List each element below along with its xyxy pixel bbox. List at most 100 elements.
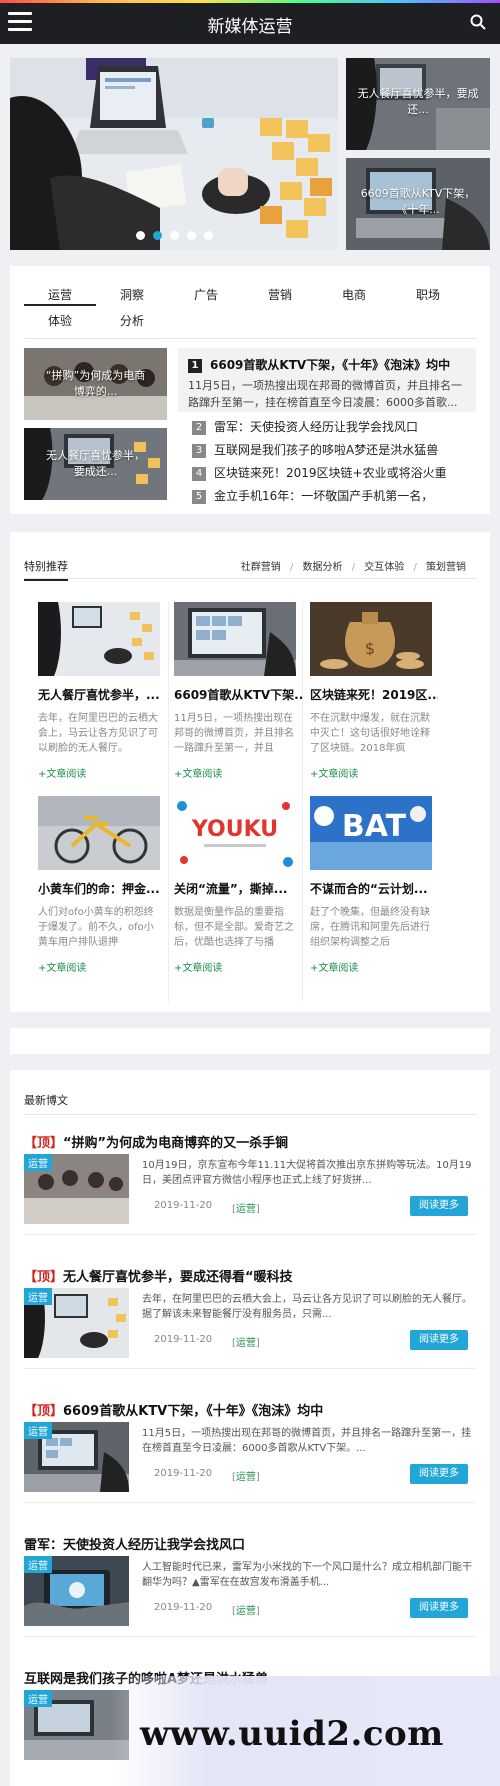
hero-main-image[interactable] <box>10 58 338 250</box>
recommend-category-link[interactable]: 交互体验 <box>364 562 404 573</box>
post-title-text: “拼购”为何成为电商博弈的又一杀手锏 <box>63 1136 289 1151</box>
recommend-desc: 去年，在阿里巴巴的云栖大会上，马云让各方见识了可以刷脸的无人餐厅。 <box>38 713 158 754</box>
read-more-link[interactable]: +文章阅读 <box>174 765 302 780</box>
read-more-link[interactable]: +文章阅读 <box>310 959 438 974</box>
read-more-link[interactable]: +文章阅读 <box>38 765 166 780</box>
rank-list-item[interactable]: 2 雷军：天使投资人经历让我学会找风口 <box>192 416 474 439</box>
post-excerpt: 去年，在阿里巴巴的云栖大会上，马云让各方见识了可以刷脸的无人餐厅。据了解该未来智… <box>142 1294 472 1320</box>
hero-main-photo <box>10 58 338 250</box>
recommend-item[interactable]: 小黄车们的命：押金... 人们对ofo小黄车的积怨终于爆发了。前不久，ofo小黄… <box>38 796 166 974</box>
blog-divider <box>24 1114 476 1115</box>
hero-side-item[interactable]: 6609首歌从KTV下架，《十年... <box>346 158 490 250</box>
featured-rank-item[interactable]: 1 6609首歌从KTV下架，《十年》《泡沫》均中 11月5日，一项热搜出现在邦哥… <box>178 348 476 412</box>
recommend-item[interactable]: BAT 不谋而合的“云计划... 赶了个晚集，但最终没有缺席，在腾讯和阿里先后进… <box>310 796 438 974</box>
slider-dots <box>136 231 213 240</box>
post-date: 2019-11-20 <box>154 1334 213 1345</box>
hero-side-item[interactable]: 无人餐厅喜忧参半，要成还... <box>346 58 490 150</box>
svg-text:YOUKU: YOUKU <box>191 817 278 842</box>
blog-heading: 最新博文 <box>24 1094 68 1107</box>
post-date: 2019-11-20 <box>154 1602 213 1613</box>
read-more-button[interactable]: 阅读更多 <box>410 1598 468 1618</box>
post-excerpt: 人工智能时代已来，雷军为小米找的下一个风口是什么？成立相机部门能干翻华为吗？▲雷… <box>142 1562 472 1588</box>
rank-text: 互联网是我们孩子的哆啦A梦还是洪水猛兽 <box>214 443 439 457</box>
recommend-item[interactable]: $ 区块链来死！2019区... 不在沉默中爆发，就在沉默中灭亡！这句话很好地诠… <box>310 602 438 780</box>
recommend-desc: 赶了个晚集，但最终没有缺席，在腾讯和阿里先后进行组织架构调整之后 <box>310 907 430 948</box>
recommend-desc: 人们对ofo小黄车的积怨终于爆发了。前不久，ofo小黄车用户排队退押 <box>38 907 154 948</box>
blog-post: 【顶】6609首歌从KTV下架，《十年》《泡沫》均中 运营 11月5日，一项热搜… <box>24 1400 476 1492</box>
read-more-button[interactable]: 阅读更多 <box>410 1330 468 1350</box>
recommend-item[interactable]: YOUKU 关闭“流量”，撕掉... 数据是衡量作品的重要指标，但不是全部。爱奇… <box>174 796 302 974</box>
recommend-category-link[interactable]: 数据分析 <box>303 562 343 573</box>
post-title[interactable]: 【顶】无人餐厅喜忧参半，要成还得看“暖科技 <box>24 1266 476 1285</box>
tab-thumb-caption: “拼购”为何成为电商博弈的... <box>45 369 146 398</box>
tab-thumb-item[interactable]: 无人餐厅喜忧参半，要成还... <box>24 428 167 500</box>
slider-dot[interactable] <box>187 231 196 240</box>
post-category-text: 运营 <box>235 1204 256 1215</box>
recommend-card: 特别推荐 社群营销 / 数据分析 / 交互体验 / 策划营销 无人餐厅喜忧参半，… <box>10 532 490 1012</box>
recommend-title: 关闭“流量”，撕掉... <box>174 882 288 896</box>
featured-title: 1 6609首歌从KTV下架，《十年》《泡沫》均中 <box>188 356 466 373</box>
rank-list-item[interactable]: 5 金立手机16年：一坏敬国产手机第一名， <box>192 485 474 508</box>
rank-list-item[interactable]: 3 互联网是我们孩子的哆啦A梦还是洪水猛兽 <box>192 439 474 462</box>
slider-dot[interactable] <box>136 231 145 240</box>
post-category[interactable]: [运营] <box>232 1602 260 1617</box>
search-icon[interactable] <box>470 14 486 30</box>
post-date: 2019-11-20 <box>154 1200 213 1211</box>
recommend-category-link[interactable]: 策划营销 <box>426 562 466 573</box>
tab-tiyan[interactable]: 体验 <box>24 310 96 332</box>
post-category[interactable]: [运营] <box>232 1200 260 1215</box>
recommend-item[interactable]: 6609首歌从KTV下架... 11月5日，一项热搜出现在邦哥的微博首页，并且排… <box>174 602 302 780</box>
slider-dot[interactable] <box>170 231 179 240</box>
svg-text:BAT: BAT <box>342 809 407 844</box>
post-date: 2019-11-20 <box>154 1468 213 1479</box>
recommend-item[interactable]: 无人餐厅喜忧参半，... 去年，在阿里巴巴的云栖大会上，马云让各方见识了可以刷脸… <box>38 602 166 780</box>
tab-yingxiao[interactable]: 营销 <box>244 284 316 306</box>
post-title[interactable]: 【顶】6609首歌从KTV下架，《十年》《泡沫》均中 <box>24 1400 476 1419</box>
post-tag: 运营 <box>24 1288 52 1305</box>
post-title-text: 6609首歌从KTV下架，《十年》《泡沫》均中 <box>63 1404 324 1419</box>
post-tag: 运营 <box>24 1154 52 1171</box>
slider-dot[interactable] <box>204 231 213 240</box>
site-title: 新媒体运营 <box>207 17 293 37</box>
post-title[interactable]: 雷军：天使投资人经历让我学会找风口 <box>24 1534 476 1553</box>
post-category[interactable]: [运营] <box>232 1468 260 1483</box>
recommend-category-link[interactable]: 社群营销 <box>241 562 281 573</box>
tab-yunying[interactable]: 运营 <box>24 284 96 306</box>
recommend-title: 小黄车们的命：押金... <box>38 882 160 896</box>
post-divider <box>24 1234 476 1235</box>
post-thumb[interactable]: 运营 <box>24 1288 129 1358</box>
post-title-text: 雷军：天使投资人经历让我学会找风口 <box>24 1538 246 1553</box>
tab-guanggao[interactable]: 广告 <box>170 284 242 306</box>
read-more-link[interactable]: +文章阅读 <box>38 959 166 974</box>
recommend-divider <box>24 578 476 579</box>
post-category[interactable]: [运营] <box>232 1334 260 1349</box>
tab-zhichang[interactable]: 职场 <box>392 284 464 306</box>
rank-list-item[interactable]: 4 区块链来死！2019区块链+农业或将浴火重 <box>192 462 474 485</box>
read-more-link[interactable]: +文章阅读 <box>310 765 438 780</box>
tab-dongcha[interactable]: 洞察 <box>96 284 168 306</box>
recommend-thumb: BAT <box>310 796 432 870</box>
empty-card <box>10 1028 490 1054</box>
rank-number: 1 <box>188 359 202 373</box>
post-thumb[interactable]: 运营 <box>24 1154 129 1224</box>
slider-dot-active[interactable] <box>153 231 162 240</box>
post-thumb[interactable]: 运营 <box>24 1556 129 1626</box>
recommend-title: 无人餐厅喜忧参半，... <box>38 688 160 702</box>
tab-fenxi[interactable]: 分析 <box>96 310 168 332</box>
read-more-link[interactable]: +文章阅读 <box>174 959 302 974</box>
recommend-title: 不谋而合的“云计划... <box>310 882 428 896</box>
tab-dianshang[interactable]: 电商 <box>318 284 390 306</box>
rank-text: 区块链来死！2019区块链+农业或将浴火重 <box>214 466 447 480</box>
read-more-button[interactable]: 阅读更多 <box>410 1196 468 1216</box>
read-more-button[interactable]: 阅读更多 <box>410 1464 468 1484</box>
pinned-marker: 【顶】 <box>24 1404 64 1419</box>
tab-thumb-item[interactable]: “拼购”为何成为电商博弈的... <box>24 348 167 420</box>
post-category-text: 运营 <box>235 1338 256 1349</box>
watermark-text: www.uuid2.com <box>140 1714 444 1754</box>
recommend-categories: 社群营销 / 数据分析 / 交互体验 / 策划营销 <box>235 558 466 573</box>
rank-text: 金立手机16年：一坏敬国产手机第一名， <box>214 489 434 503</box>
post-thumb[interactable]: 运营 <box>24 1422 129 1492</box>
post-title[interactable]: 【顶】“拼购”为何成为电商博弈的又一杀手锏 <box>24 1132 476 1151</box>
post-tag: 运营 <box>24 1690 52 1707</box>
recommend-column-divider <box>168 602 169 1002</box>
